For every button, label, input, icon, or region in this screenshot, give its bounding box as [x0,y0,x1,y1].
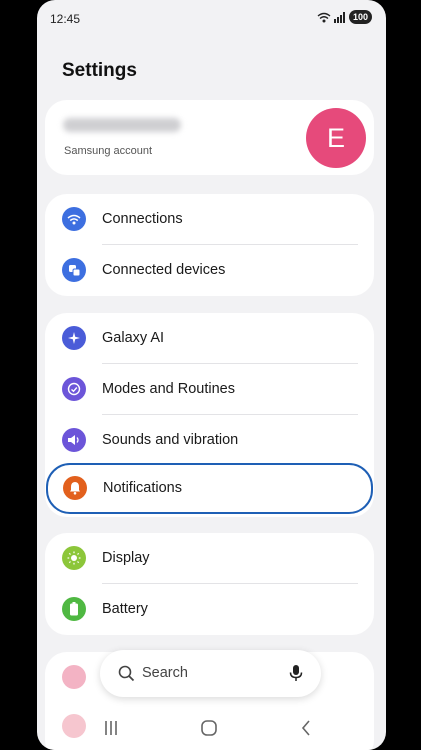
wallpaper-icon [62,665,86,689]
connected-devices-icon [62,258,86,282]
wifi-icon [62,207,86,231]
settings-item-sounds-vibration[interactable]: Sounds and vibration [45,415,374,466]
account-subtitle: Samsung account [64,145,153,157]
settings-item-connected-devices[interactable]: Connected devices [45,245,374,296]
back-icon[interactable] [301,720,311,736]
settings-item-modes-routines[interactable]: Modes and Routines [45,364,374,415]
modes-routines-icon [62,377,86,401]
settings-group-connections: Connections Connected devices [45,194,374,296]
page-title: Settings [62,60,137,81]
search-placeholder: Search [142,665,188,681]
settings-item-label: Notifications [103,480,182,496]
status-icons: 100 [317,10,372,24]
home-icon[interactable] [201,720,217,736]
status-bar: 12:45 100 [37,0,386,36]
settings-item-galaxy-ai[interactable]: Galaxy AI [45,313,374,364]
battery-icon [62,597,86,621]
settings-item-label: Display [102,550,150,566]
phone-screen: 12:45 100 Settings Samsung account E Con… [37,0,386,750]
settings-group-display: Display Battery [45,533,374,635]
signal-icon [333,11,345,23]
navigation-bar [37,706,386,750]
settings-item-label: Connected devices [102,262,226,278]
display-icon [62,546,86,570]
settings-item-label: Galaxy AI [102,330,165,346]
status-time: 12:45 [50,12,81,26]
settings-item-battery[interactable]: Battery [45,584,374,635]
wifi-status-icon [317,12,331,22]
search-icon [118,665,135,682]
settings-item-label: Modes and Routines [102,381,235,397]
settings-item-label: Connections [102,211,183,227]
settings-item-label: Battery [102,601,148,617]
bell-icon [63,476,87,500]
search-bar[interactable]: Search [100,650,321,697]
samsung-account-card[interactable]: Samsung account E [45,100,374,175]
galaxy-ai-icon [62,326,86,350]
settings-item-display[interactable]: Display [45,533,374,584]
avatar[interactable]: E [306,108,366,168]
microphone-icon[interactable] [289,664,303,682]
settings-item-label: Sounds and vibration [102,432,239,448]
recent-apps-icon[interactable] [104,720,118,736]
settings-item-notifications[interactable]: Notifications [46,463,373,514]
sound-icon [62,428,86,452]
battery-level: 100 [348,10,372,24]
account-name-blurred [63,118,181,132]
settings-item-connections[interactable]: Connections [45,194,374,245]
